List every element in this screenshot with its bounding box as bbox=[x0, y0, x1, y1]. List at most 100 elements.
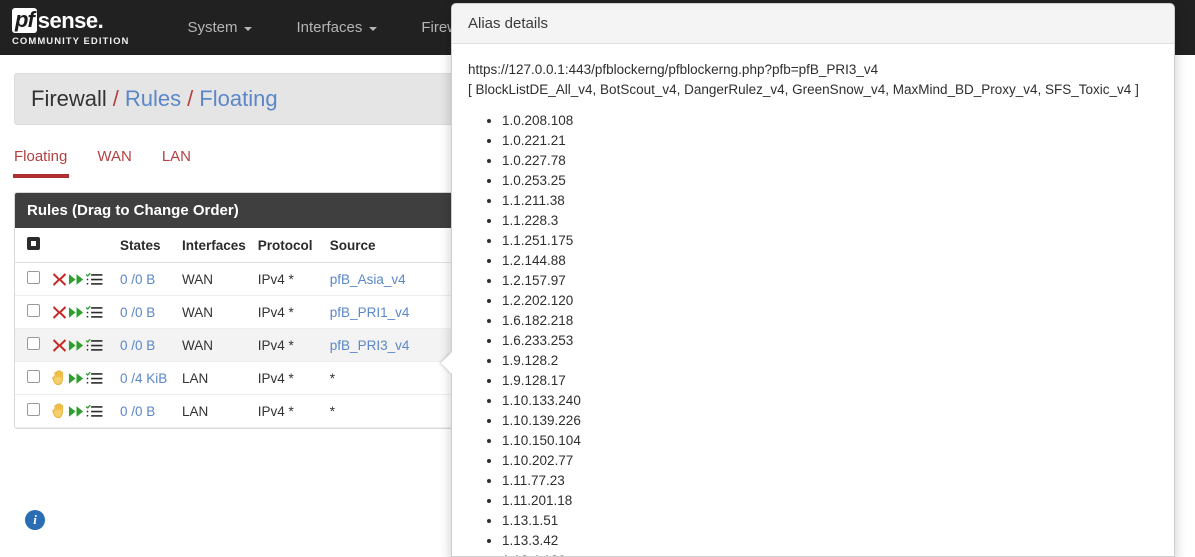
reject-hand-icon[interactable] bbox=[52, 370, 67, 386]
row-states-cell: 0 /0 B bbox=[114, 262, 176, 296]
list-item: 1.13.4.139 bbox=[502, 551, 1158, 557]
row-checkbox[interactable] bbox=[27, 403, 40, 416]
list-item: 1.1.228.3 bbox=[502, 211, 1158, 231]
list-item: 1.1.251.175 bbox=[502, 231, 1158, 251]
row-source-cell: pfB_Asia_v4 bbox=[323, 262, 451, 296]
list-item: 1.0.221.21 bbox=[502, 131, 1158, 151]
list-item: 1.1.211.38 bbox=[502, 191, 1158, 211]
table-row[interactable]: 0 /0 B WAN IPv4 * pfB_PRI1_v4 bbox=[15, 295, 451, 329]
list-item: 1.2.202.120 bbox=[502, 291, 1158, 311]
tab-wan-label: WAN bbox=[97, 148, 132, 165]
table-row[interactable]: 0 /0 B LAN IPv4 * * bbox=[15, 394, 451, 428]
page-content: Firewall / Rules / Floating Floating WAN… bbox=[0, 55, 451, 557]
row-select-cell bbox=[15, 394, 46, 428]
list-item: 1.13.3.42 bbox=[502, 531, 1158, 551]
list-item: 1.10.139.226 bbox=[502, 411, 1158, 431]
nav-item-interfaces[interactable]: Interfaces bbox=[274, 0, 399, 55]
row-source-cell: * bbox=[323, 394, 451, 428]
rules-panel: Rules (Drag to Change Order) States Inte… bbox=[14, 192, 451, 429]
row-states-value[interactable]: 0 /0 B bbox=[120, 338, 155, 353]
list-item: 1.6.233.253 bbox=[502, 331, 1158, 351]
rules-tabs: Floating WAN LAN bbox=[12, 148, 451, 192]
pass-fast-forward-icon[interactable] bbox=[68, 338, 85, 353]
col-source: Source bbox=[323, 228, 451, 263]
alias-url[interactable]: https://127.0.0.1:443/pfblockerng/pfbloc… bbox=[468, 60, 1158, 80]
breadcrumb-page[interactable]: Floating bbox=[199, 86, 277, 112]
pfsense-logo[interactable]: pf sense . COMMUNITY EDITION bbox=[12, 8, 129, 47]
row-interfaces-cell: WAN bbox=[176, 295, 252, 329]
logo-dot: . bbox=[97, 7, 104, 33]
pass-fast-forward-icon[interactable] bbox=[68, 371, 85, 386]
block-x-icon[interactable] bbox=[52, 338, 67, 353]
row-states-value[interactable]: 0 /0 B bbox=[120, 272, 155, 287]
row-source-cell: pfB_PRI1_v4 bbox=[323, 295, 451, 329]
table-header-row: States Interfaces Protocol Source bbox=[15, 228, 451, 263]
col-select-all bbox=[15, 228, 46, 263]
tab-floating[interactable]: Floating bbox=[12, 148, 91, 178]
rule-options-list-icon[interactable] bbox=[85, 371, 103, 386]
info-icon[interactable]: i bbox=[25, 510, 45, 530]
logo-sense-text: sense bbox=[37, 7, 98, 33]
block-x-icon[interactable] bbox=[52, 305, 67, 320]
list-item: 1.0.227.78 bbox=[502, 151, 1158, 171]
rule-options-list-icon[interactable] bbox=[85, 272, 103, 287]
pass-fast-forward-icon[interactable] bbox=[68, 404, 85, 419]
row-states-cell: 0 /4 KiB bbox=[114, 361, 176, 395]
row-interfaces-cell: WAN bbox=[176, 262, 252, 296]
popover-arrow-icon bbox=[441, 352, 452, 374]
rule-options-list-icon[interactable] bbox=[85, 404, 103, 419]
row-source-value[interactable]: pfB_PRI1_v4 bbox=[330, 305, 410, 320]
row-source-value[interactable]: pfB_Asia_v4 bbox=[330, 272, 406, 287]
col-states: States bbox=[114, 228, 176, 263]
alias-details-popover: Alias details https://127.0.0.1:443/pfbl… bbox=[451, 3, 1175, 557]
tab-lan-label: LAN bbox=[161, 148, 192, 165]
col-actions bbox=[46, 228, 114, 263]
row-protocol-cell: IPv4 * bbox=[251, 262, 324, 296]
table-row[interactable]: 0 /4 KiB LAN IPv4 * * bbox=[15, 361, 451, 395]
breadcrumb-separator: / bbox=[112, 86, 119, 111]
row-action-icons bbox=[46, 394, 114, 428]
nav-item-system[interactable]: System bbox=[165, 0, 274, 55]
row-protocol-cell: IPv4 * bbox=[251, 361, 324, 395]
row-action-icons bbox=[46, 262, 114, 296]
reject-hand-icon[interactable] bbox=[52, 403, 67, 419]
row-states-value[interactable]: 0 /0 B bbox=[120, 404, 155, 419]
list-item: 1.9.128.17 bbox=[502, 371, 1158, 391]
row-source-cell: pfB_PRI3_v4 bbox=[323, 328, 451, 362]
list-item: 1.10.202.77 bbox=[502, 451, 1158, 471]
row-select-cell bbox=[15, 328, 46, 362]
breadcrumb-section[interactable]: Rules bbox=[125, 86, 181, 112]
pass-fast-forward-icon[interactable] bbox=[68, 305, 85, 320]
row-checkbox[interactable] bbox=[27, 370, 40, 383]
row-interfaces-cell: LAN bbox=[176, 394, 252, 428]
tab-wan[interactable]: WAN bbox=[97, 148, 155, 178]
row-states-value[interactable]: 0 /4 KiB bbox=[120, 371, 167, 386]
row-select-cell bbox=[15, 361, 46, 395]
list-item: 1.11.77.23 bbox=[502, 471, 1158, 491]
table-row[interactable]: 0 /0 B WAN IPv4 * pfB_Asia_v4 bbox=[15, 262, 451, 296]
tab-floating-label: Floating bbox=[14, 148, 68, 165]
list-item: 1.13.1.51 bbox=[502, 511, 1158, 531]
alias-ip-list: 1.0.208.1081.0.221.211.0.227.781.0.253.2… bbox=[468, 111, 1158, 557]
nav-item-system-label: System bbox=[187, 19, 238, 36]
logo-pf-mark: pf bbox=[12, 8, 37, 34]
row-select-cell bbox=[15, 295, 46, 329]
rule-options-list-icon[interactable] bbox=[85, 338, 103, 353]
row-checkbox[interactable] bbox=[27, 304, 40, 317]
block-x-icon[interactable] bbox=[52, 272, 67, 287]
row-states-value[interactable]: 0 /0 B bbox=[120, 305, 155, 320]
row-checkbox[interactable] bbox=[27, 337, 40, 350]
row-protocol-cell: IPv4 * bbox=[251, 328, 324, 362]
row-source-value: * bbox=[329, 403, 336, 419]
row-checkbox[interactable] bbox=[27, 271, 40, 284]
row-source-value: * bbox=[329, 370, 336, 386]
rule-options-list-icon[interactable] bbox=[85, 305, 103, 320]
chevron-down-icon bbox=[244, 26, 253, 31]
row-action-icons bbox=[46, 295, 114, 329]
tab-lan[interactable]: LAN bbox=[162, 148, 215, 178]
table-row[interactable]: 0 /0 B WAN IPv4 * pfB_PRI3_v4 bbox=[15, 328, 451, 362]
select-all-checkbox[interactable] bbox=[27, 237, 40, 250]
row-source-value[interactable]: pfB_PRI3_v4 bbox=[330, 338, 410, 353]
alias-details-body: https://127.0.0.1:443/pfblockerng/pfbloc… bbox=[452, 44, 1174, 557]
pass-fast-forward-icon[interactable] bbox=[68, 272, 85, 287]
